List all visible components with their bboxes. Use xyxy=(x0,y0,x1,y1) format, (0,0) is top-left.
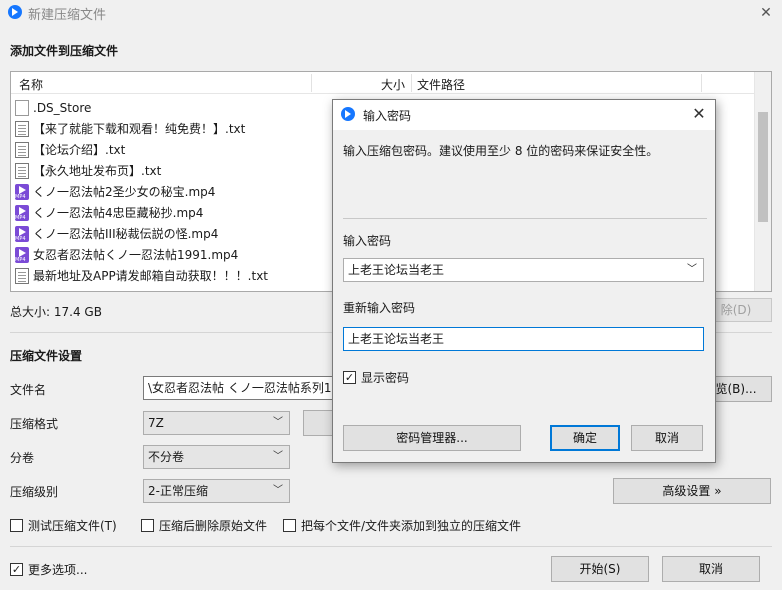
divider xyxy=(343,218,707,219)
start-button[interactable]: 开始(S) xyxy=(551,556,649,582)
file-name: 【永久地址发布页】.txt xyxy=(33,164,162,178)
video-file-icon xyxy=(15,204,29,221)
column-separator xyxy=(701,74,702,92)
file-name: 女忍者忍法帖くノ一忍法帖1991.mp4 xyxy=(33,248,239,262)
password-value: 上老王论坛当老王 xyxy=(348,263,445,277)
text-file-icon xyxy=(15,267,29,284)
file-name: 【来了就能下载和观看！纯免费！】.txt xyxy=(33,122,246,136)
show-password-checkbox[interactable]: ✓ xyxy=(343,371,356,384)
list-item[interactable]: 【来了就能下载和观看！纯免费！】.txt xyxy=(15,118,245,139)
add-section-title: 添加文件到压缩文件 xyxy=(10,44,119,58)
list-item[interactable]: 女忍者忍法帖くノ一忍法帖1991.mp4 xyxy=(15,244,238,265)
level-select[interactable]: 2-正常压缩 ﹀ xyxy=(143,479,290,503)
list-item[interactable]: くノ一忍法帖4忠臣藏秘抄.mp4 xyxy=(15,202,203,223)
split-value: 不分卷 xyxy=(148,450,185,464)
column-size-header[interactable]: 大小 xyxy=(381,76,405,93)
file-icon xyxy=(15,99,29,116)
more-options-label: 更多选项... xyxy=(28,563,88,577)
chevron-down-icon[interactable]: ﹀ xyxy=(687,259,697,281)
password-input[interactable]: 上老王论坛当老王 ﹀ xyxy=(343,258,704,282)
delete-after-checkbox-row[interactable]: 压缩后删除原始文件 xyxy=(141,517,267,534)
level-label: 压缩级别 xyxy=(10,485,59,499)
format-label: 压缩格式 xyxy=(10,417,59,431)
test-checkbox[interactable] xyxy=(10,519,23,532)
test-checkbox-label: 测试压缩文件(T) xyxy=(28,519,117,533)
separate-checkbox-row[interactable]: 把每个文件/文件夹添加到独立的压缩文件 xyxy=(283,517,521,534)
chevron-down-icon: ﹀ xyxy=(273,451,283,462)
delete-after-checkbox-label: 压缩后删除原始文件 xyxy=(159,519,268,533)
app-icon xyxy=(8,5,22,19)
password-manager-button[interactable]: 密码管理器... xyxy=(343,425,521,451)
split-select[interactable]: 不分卷 ﹀ xyxy=(143,445,290,469)
show-password-label: 显示密码 xyxy=(361,371,410,385)
dialog-title: 输入密码 xyxy=(363,109,412,123)
column-separator xyxy=(411,74,412,92)
dialog-cancel-button[interactable]: 取消 xyxy=(631,425,703,451)
more-options-checkbox[interactable]: ✓ xyxy=(10,563,23,576)
separate-checkbox-label: 把每个文件/文件夹添加到独立的压缩文件 xyxy=(301,519,522,533)
password-dialog: 输入密码 ✕ 输入压缩包密码。建议使用至少 8 位的密码来保证安全性。 输入密码… xyxy=(332,99,716,463)
ok-button[interactable]: 确定 xyxy=(550,425,620,451)
file-name: 最新地址及APP请发邮箱自动获取！！！.txt xyxy=(33,269,269,283)
confirm-password-label: 重新输入密码 xyxy=(343,301,416,315)
file-name: くノ一忍法帖4忠臣藏秘抄.mp4 xyxy=(33,206,204,220)
dialog-title-bar: 输入密码 ✕ xyxy=(333,100,715,130)
file-name: くノ一忍法帖2圣少女の秘宝.mp4 xyxy=(33,185,216,199)
separate-checkbox[interactable] xyxy=(283,519,296,532)
column-name-header[interactable]: 名称 xyxy=(19,76,43,93)
list-scrollbar[interactable] xyxy=(754,72,771,291)
list-item[interactable]: 最新地址及APP请发邮箱自动获取！！！.txt xyxy=(15,265,268,286)
format-select[interactable]: 7Z ﹀ xyxy=(143,411,290,435)
chevron-down-icon: ﹀ xyxy=(273,485,283,496)
video-file-icon xyxy=(15,246,29,263)
test-checkbox-row[interactable]: 测试压缩文件(T) xyxy=(10,517,117,534)
video-file-icon xyxy=(15,183,29,200)
format-options-button[interactable] xyxy=(303,410,333,436)
advanced-settings-button[interactable]: 高级设置 » xyxy=(613,478,771,504)
password-label: 输入密码 xyxy=(343,234,392,248)
video-file-icon xyxy=(15,225,29,242)
format-value: 7Z xyxy=(148,416,164,430)
file-name: 【论坛介绍】.txt xyxy=(33,143,126,157)
split-label: 分卷 xyxy=(10,451,35,465)
delete-after-checkbox[interactable] xyxy=(141,519,154,532)
window-title: 新建压缩文件 xyxy=(28,8,107,23)
show-password-row[interactable]: ✓ 显示密码 xyxy=(343,369,409,386)
close-icon[interactable]: ✕ xyxy=(689,104,709,124)
app-icon xyxy=(341,107,355,121)
file-name: くノ一忍法帖III秘裁伝説の怪.mp4 xyxy=(33,227,219,241)
text-file-icon xyxy=(15,162,29,179)
column-separator xyxy=(311,74,312,92)
chevron-down-icon: ﹀ xyxy=(273,417,283,428)
dialog-description: 输入压缩包密码。建议使用至少 8 位的密码来保证安全性。 xyxy=(343,144,659,158)
list-item[interactable]: .DS_Store xyxy=(15,97,91,118)
cancel-button[interactable]: 取消 xyxy=(662,556,760,582)
confirm-password-input[interactable]: 上老王论坛当老王 xyxy=(343,327,704,351)
text-file-icon xyxy=(15,141,29,158)
list-item[interactable]: くノ一忍法帖III秘裁伝説の怪.mp4 xyxy=(15,223,218,244)
file-name: .DS_Store xyxy=(33,100,92,115)
list-item[interactable]: 【论坛介绍】.txt xyxy=(15,139,125,160)
list-item[interactable]: 【永久地址发布页】.txt xyxy=(15,160,161,181)
close-icon[interactable]: ✕ xyxy=(752,2,780,24)
filename-label: 文件名 xyxy=(10,383,47,397)
list-item[interactable]: くノ一忍法帖2圣少女の秘宝.mp4 xyxy=(15,181,215,202)
filename-input[interactable]: \女忍者忍法帖 くノ一忍法帖系列1- xyxy=(143,376,338,400)
total-size: 总大小: 17.4 GB xyxy=(10,305,102,319)
column-path-header[interactable]: 文件路径 xyxy=(417,76,465,93)
settings-title: 压缩文件设置 xyxy=(10,349,83,363)
level-value: 2-正常压缩 xyxy=(148,484,208,498)
text-file-icon xyxy=(15,120,29,137)
divider xyxy=(10,546,772,547)
list-header: 名称 大小 文件路径 xyxy=(11,72,771,94)
more-options-row[interactable]: ✓ 更多选项... xyxy=(10,561,87,578)
scrollbar-thumb[interactable] xyxy=(758,112,768,222)
title-bar: 新建压缩文件 ✕ xyxy=(0,0,782,26)
